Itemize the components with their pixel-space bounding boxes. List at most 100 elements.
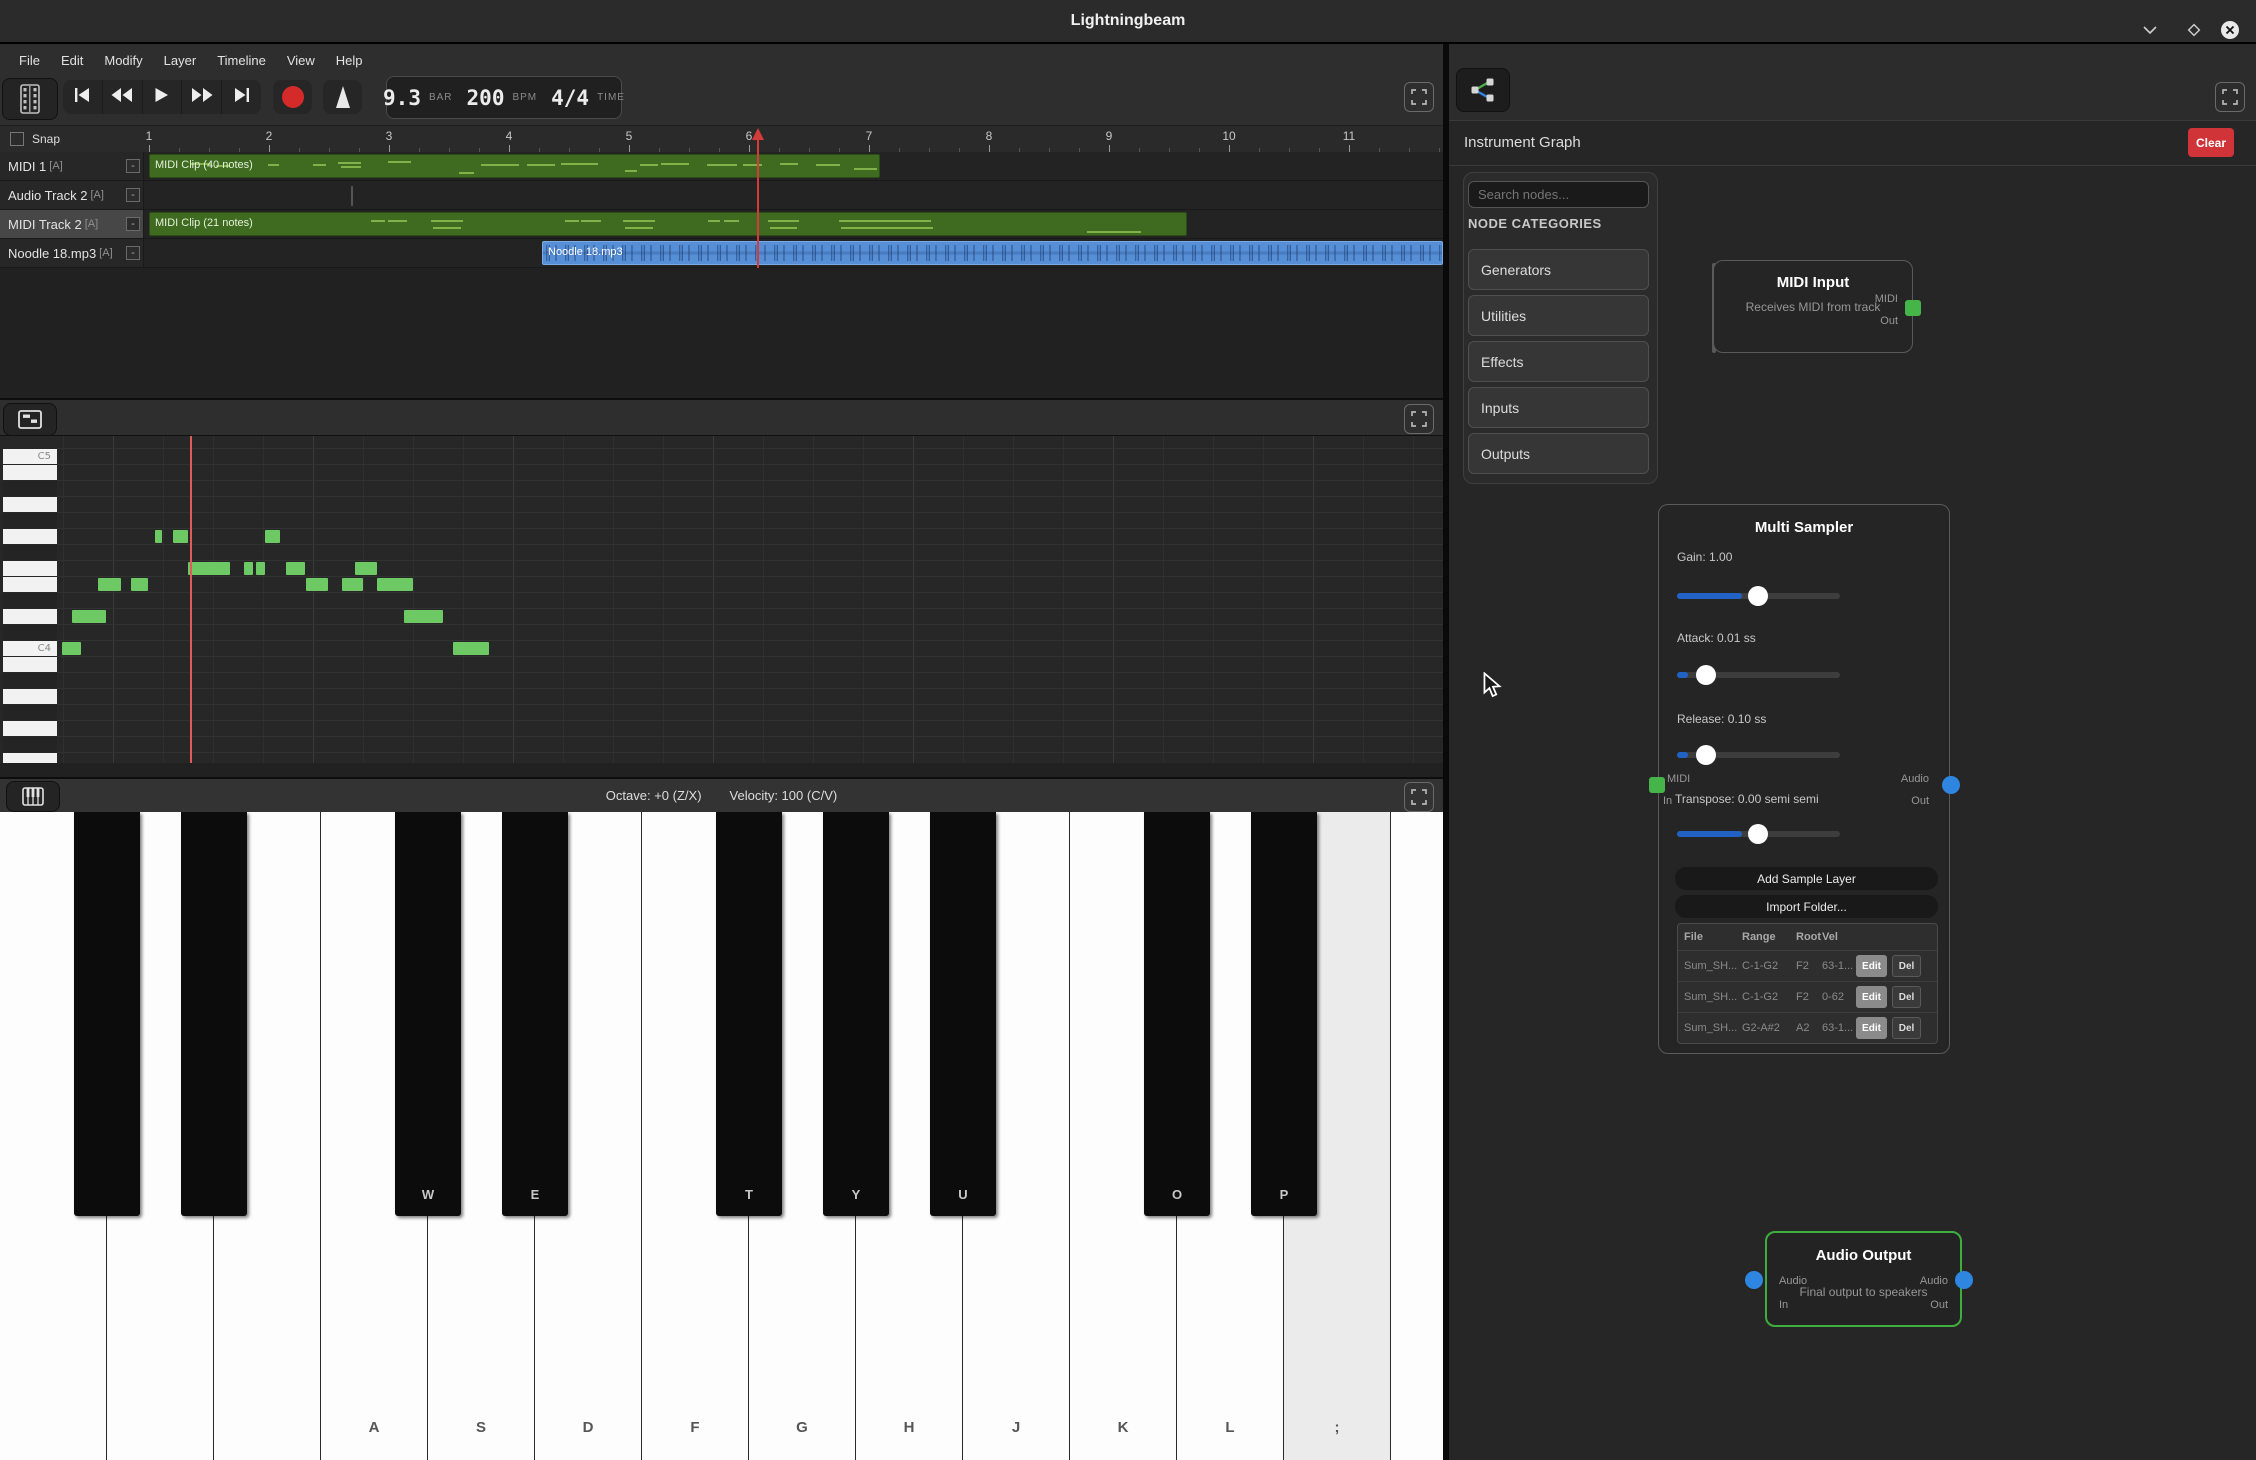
piano-roll-grid[interactable]: C5C4 [0,436,1443,763]
slider-thumb[interactable] [1748,586,1768,606]
import-folder-button[interactable]: Import Folder... [1675,895,1938,918]
black-key-W[interactable]: W [395,812,461,1216]
rewind-button[interactable] [103,80,143,114]
record-button[interactable] [273,80,312,114]
piano-roll-key-G#4[interactable] [3,513,57,528]
piano-roll-key-D4[interactable] [3,609,57,624]
piano-roll-key-A3[interactable] [3,689,57,704]
multi-sampler-node[interactable]: Multi Sampler Gain: 1.00Attack: 0.01 ssR… [1658,504,1950,1054]
skip-start-button[interactable] [63,80,103,114]
del-button[interactable]: Del [1892,955,1921,977]
edit-button[interactable]: Edit [1856,955,1887,977]
del-button[interactable]: Del [1892,986,1921,1008]
audio-output-node[interactable]: Audio Output Final output to speakers Au… [1765,1231,1962,1327]
timeline-fullscreen-button[interactable] [1404,82,1434,112]
snap-checkbox[interactable] [10,132,24,146]
graph-view-button[interactable] [1456,68,1510,112]
film-strip-button[interactable] [2,78,58,120]
black-key-T[interactable]: T [716,812,782,1216]
piano-roll-key-G3[interactable] [3,721,57,736]
menu-item-help[interactable]: Help [336,53,363,68]
midi-note[interactable] [62,642,81,655]
param-slider[interactable] [1677,831,1840,837]
menu-item-file[interactable]: File [19,53,40,68]
add-sample-layer-button[interactable]: Add Sample Layer [1675,867,1938,890]
param-slider[interactable] [1677,672,1840,678]
edit-button[interactable]: Edit [1856,1017,1887,1039]
midi-note[interactable] [286,562,305,575]
midi-note[interactable] [265,530,280,543]
timeline-ruler[interactable]: Snap 1234567891011 [0,125,1443,152]
menu-item-view[interactable]: View [287,53,315,68]
fast-forward-button[interactable] [182,80,222,114]
piano-roll-key-F#4[interactable] [3,545,57,560]
sampler-audio-out-port[interactable] [1942,776,1960,794]
midi-note[interactable] [244,562,253,575]
midi-clip[interactable]: MIDI Clip (40 notes) [149,154,880,178]
piano-roll-key-A4[interactable] [3,497,57,512]
slider-thumb[interactable] [1696,665,1716,685]
del-button[interactable]: Del [1892,1017,1921,1039]
black-key-Y[interactable]: Y [823,812,889,1216]
midi-note[interactable] [342,578,363,591]
param-slider[interactable] [1677,593,1840,599]
play-button[interactable] [143,80,183,114]
search-input[interactable] [1468,181,1649,208]
midi-note[interactable] [72,610,106,623]
black-key-P[interactable]: P [1251,812,1317,1216]
category-button-effects[interactable]: Effects [1468,341,1649,382]
track-checkbox[interactable]: - [126,217,140,231]
black-key-E[interactable]: E [502,812,568,1216]
minimize-chevron-icon[interactable] [2138,18,2162,42]
audio-clip[interactable]: Noodle 18.mp3 [542,241,1443,265]
category-button-inputs[interactable]: Inputs [1468,387,1649,428]
metronome-button[interactable] [323,80,362,114]
black-key-U[interactable]: U [930,812,996,1216]
piano-roll-key-F4[interactable] [3,561,57,576]
midi-clip[interactable]: MIDI Clip (21 notes) [149,212,1187,236]
track-checkbox[interactable]: - [126,188,140,202]
track-checkbox[interactable]: - [126,159,140,173]
midi-note[interactable] [155,530,162,543]
track-checkbox[interactable]: - [126,246,140,260]
audio-output-in-port[interactable] [1745,1271,1763,1289]
black-key[interactable] [181,812,247,1216]
track-label-2[interactable]: Audio Track 2[A] [0,181,144,209]
menu-item-timeline[interactable]: Timeline [217,53,266,68]
midi-input-node[interactable]: MIDI Input Receives MIDI from track MIDI… [1713,260,1913,353]
menu-item-modify[interactable]: Modify [104,53,142,68]
close-icon[interactable] [2218,18,2242,42]
piano-roll-key-A#3[interactable] [3,673,57,688]
track-label-3[interactable]: MIDI Track 2[A] [0,210,144,238]
menu-item-edit[interactable]: Edit [61,53,83,68]
piano-roll-key-F3[interactable] [3,753,57,763]
piano-roll-key-C#4[interactable] [3,625,57,640]
white-key[interactable] [1391,812,1443,1460]
midi-note[interactable] [98,578,121,591]
midi-note[interactable] [306,578,328,591]
maximize-diamond-icon[interactable] [2182,18,2206,42]
slider-thumb[interactable] [1748,824,1768,844]
midi-note[interactable] [355,562,377,575]
midi-note[interactable] [173,530,188,543]
midi-note[interactable] [188,562,230,575]
skip-end-button[interactable] [222,80,261,114]
edit-button[interactable]: Edit [1856,986,1887,1008]
sampler-midi-in-port[interactable] [1649,777,1665,793]
track-label-4[interactable]: Noodle 18.mp3[A] [0,239,144,267]
piano-roll-playhead[interactable] [190,436,192,763]
piano-roll-key-B4[interactable] [3,465,57,480]
category-button-outputs[interactable]: Outputs [1468,433,1649,474]
category-button-generators[interactable]: Generators [1468,249,1649,290]
piano-roll-key-D#4[interactable] [3,593,57,608]
midi-note[interactable] [453,642,489,655]
piano-roll-key-A#4[interactable] [3,481,57,496]
midi-note[interactable] [377,578,413,591]
keyboard-fullscreen-button[interactable] [1404,782,1434,812]
piano-roll-key-C4[interactable]: C4 [3,641,57,656]
piano-roll-key-G4[interactable] [3,529,57,544]
black-key-O[interactable]: O [1144,812,1210,1216]
piano-roll-key-B3[interactable] [3,657,57,672]
param-slider[interactable] [1677,752,1840,758]
black-key[interactable] [74,812,140,1216]
